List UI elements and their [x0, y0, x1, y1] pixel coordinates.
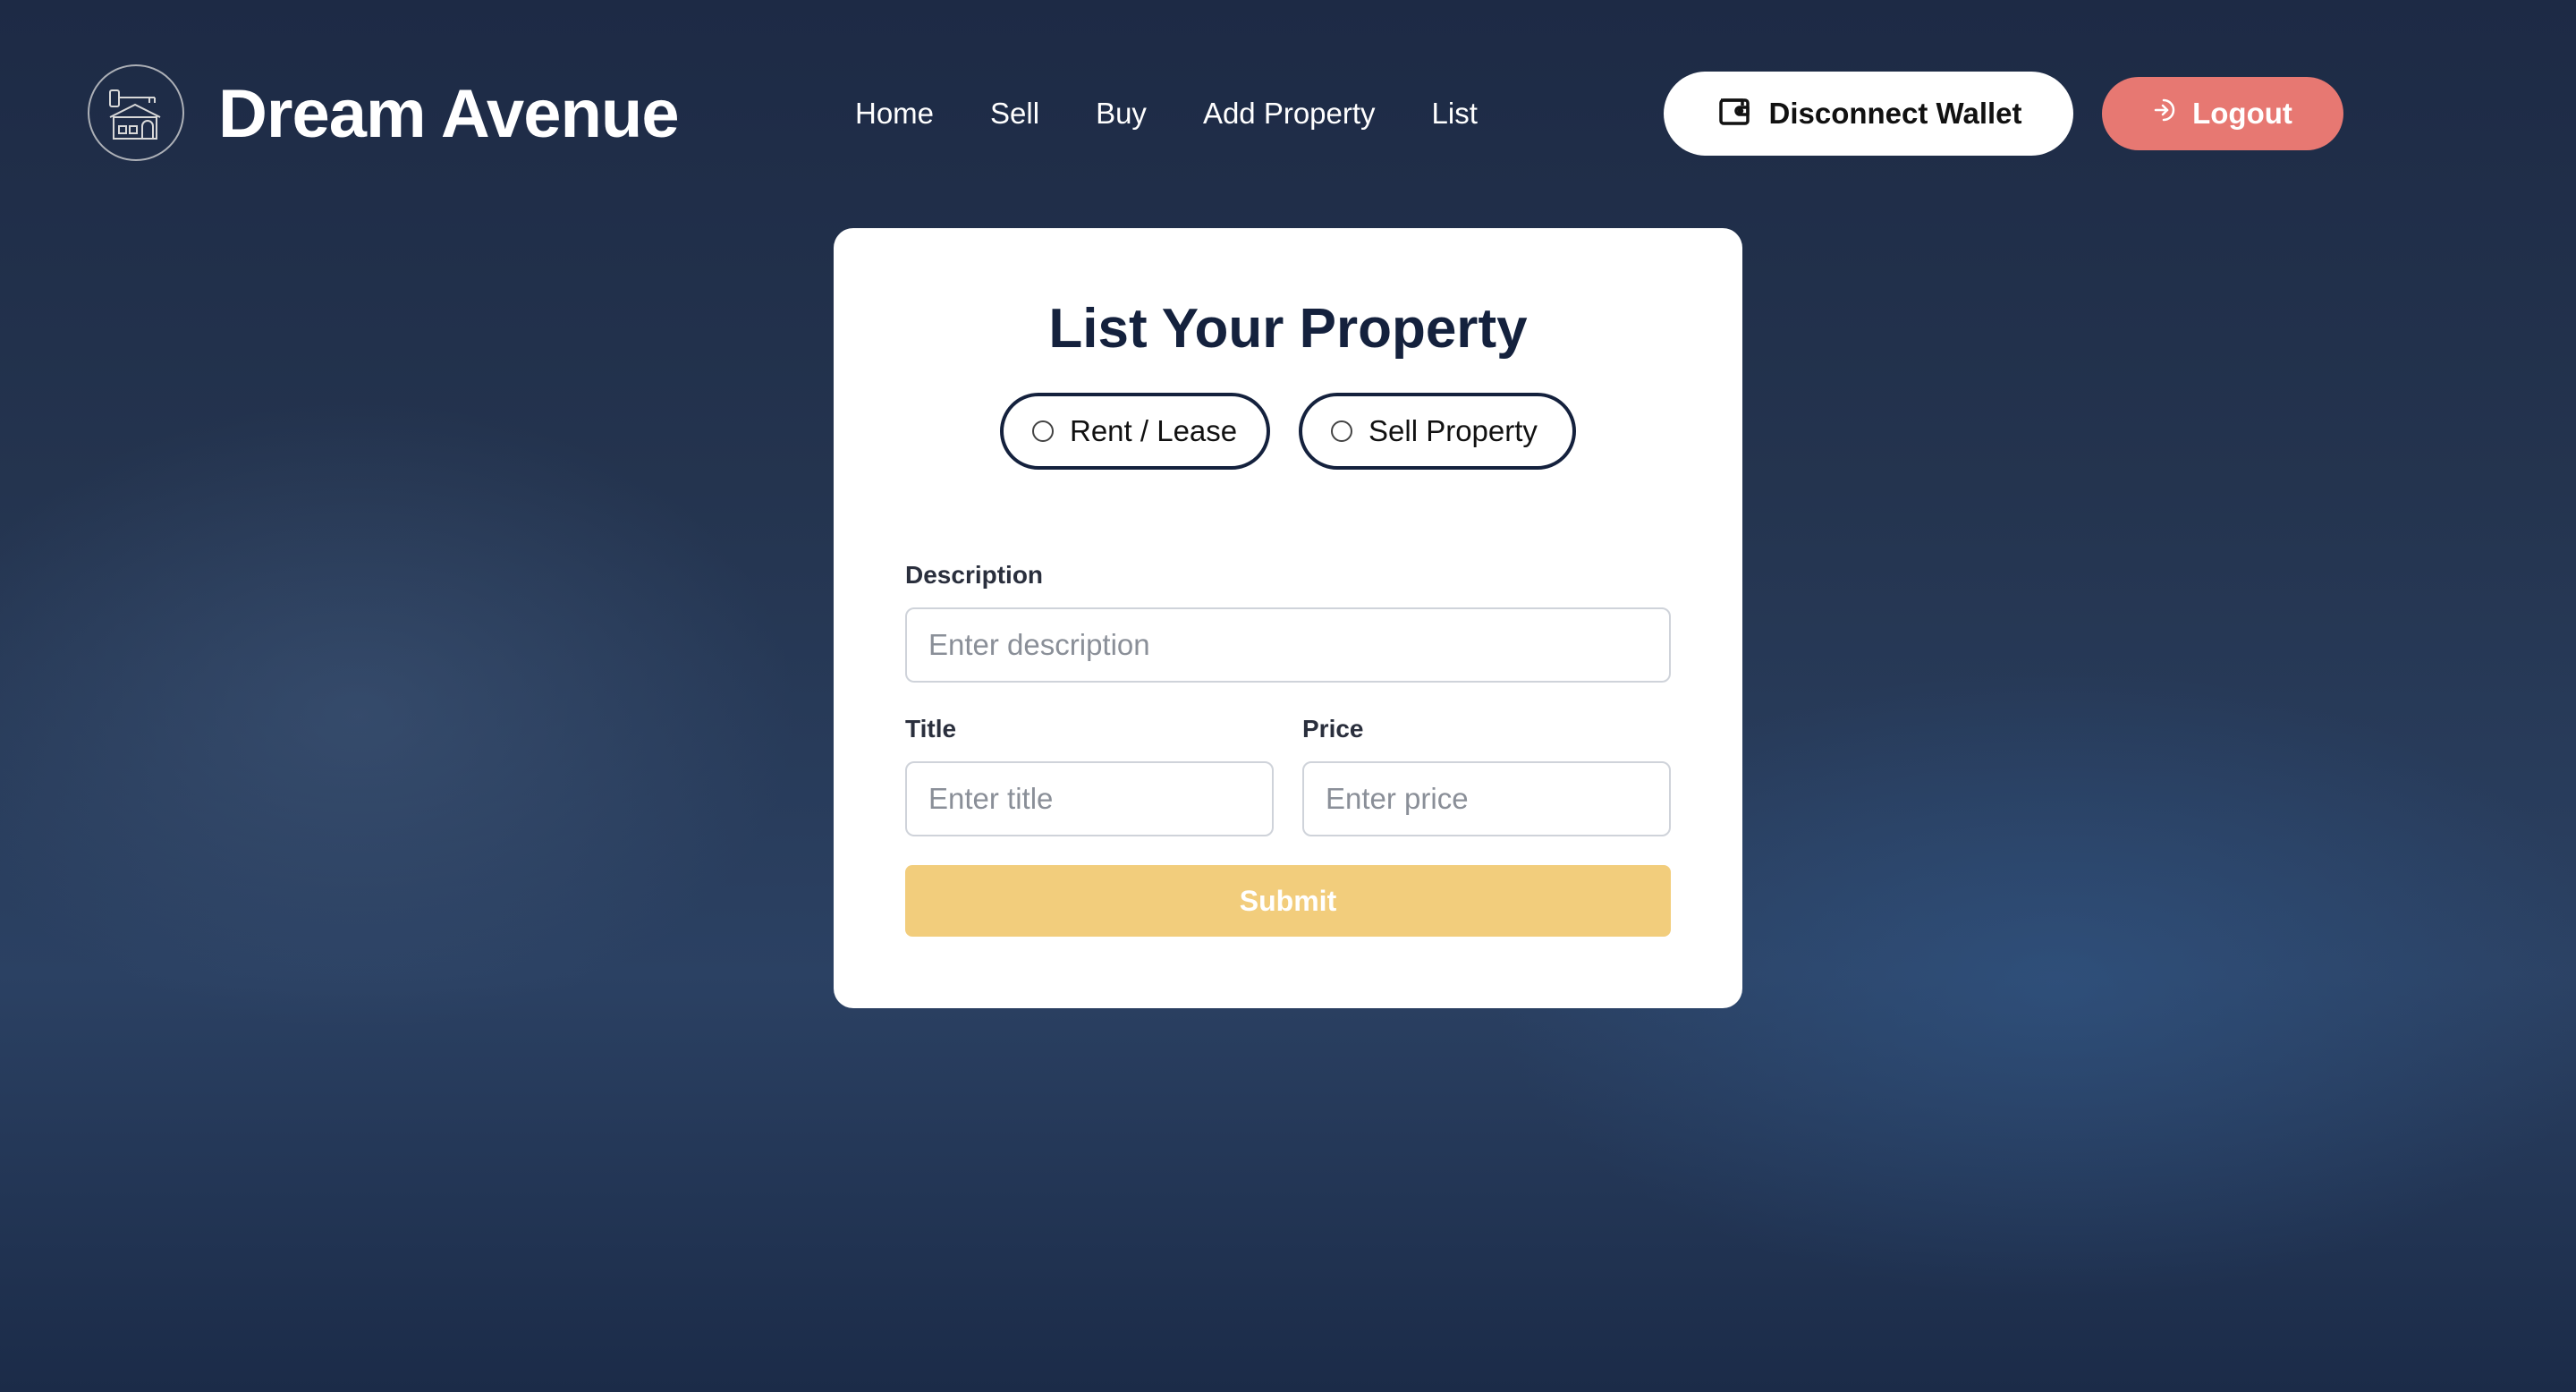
- disconnect-wallet-label: Disconnect Wallet: [1768, 97, 2022, 130]
- sell-property-option[interactable]: Sell Property: [1299, 393, 1576, 470]
- wallet-icon: [1716, 91, 1753, 136]
- house-key-icon[interactable]: [88, 64, 184, 161]
- nav-list[interactable]: List: [1432, 89, 1478, 138]
- brand-title[interactable]: Dream Avenue: [218, 70, 680, 159]
- description-input[interactable]: [905, 607, 1671, 683]
- list-property-card: List Your Property Rent / Lease Sell Pro…: [834, 228, 1742, 1008]
- rent-lease-option[interactable]: Rent / Lease: [1000, 393, 1270, 470]
- logout-icon: [2153, 97, 2180, 131]
- logout-label: Logout: [2192, 97, 2292, 130]
- logout-button[interactable]: Logout: [2102, 77, 2343, 150]
- nav-buy[interactable]: Buy: [1096, 89, 1147, 138]
- disconnect-wallet-button[interactable]: Disconnect Wallet: [1664, 72, 2073, 156]
- title-input[interactable]: [905, 761, 1274, 836]
- nav-add-property[interactable]: Add Property: [1203, 89, 1376, 138]
- nav-sell[interactable]: Sell: [990, 89, 1039, 138]
- rent-lease-label: Rent / Lease: [1070, 414, 1238, 447]
- description-label: Description: [905, 561, 1044, 589]
- title-label: Title: [905, 715, 957, 743]
- main-nav: Home Sell Buy Add Property List: [855, 89, 1534, 138]
- price-label: Price: [1302, 715, 1364, 743]
- sell-property-label: Sell Property: [1368, 414, 1538, 447]
- nav-home[interactable]: Home: [855, 89, 934, 138]
- submit-button[interactable]: Submit: [905, 865, 1671, 937]
- price-input[interactable]: [1302, 761, 1671, 836]
- sell-property-radio[interactable]: [1331, 420, 1352, 442]
- rent-lease-radio[interactable]: [1032, 420, 1054, 442]
- form-title: List Your Property: [1048, 298, 1528, 360]
- top-navbar: Dream Avenue Home Sell Buy Add Property …: [0, 0, 2576, 233]
